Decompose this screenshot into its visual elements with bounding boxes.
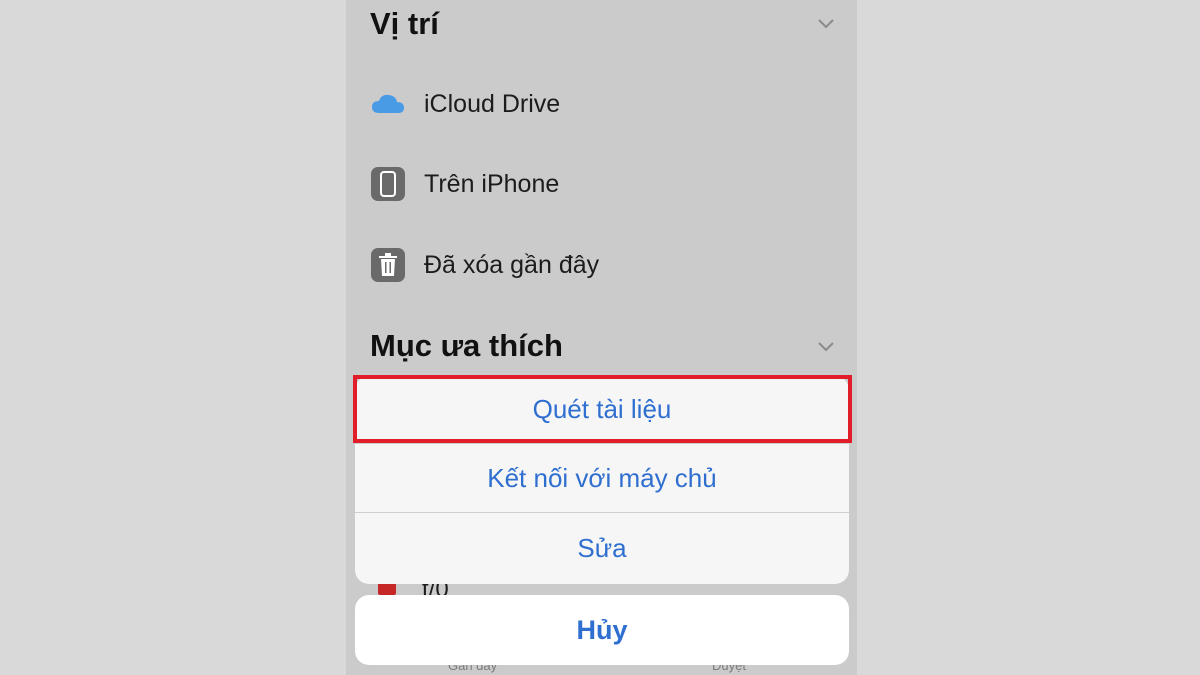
edit-button[interactable]: Sửa: [355, 513, 849, 584]
location-item-on-iphone[interactable]: Trên iPhone: [370, 164, 857, 204]
icloud-icon: [370, 86, 406, 122]
trash-icon: [370, 247, 406, 283]
chevron-down-icon[interactable]: [817, 341, 835, 353]
location-item-label: Trên iPhone: [424, 169, 560, 198]
cancel-button[interactable]: Hủy: [355, 595, 849, 665]
location-item-icloud-drive[interactable]: iCloud Drive: [370, 84, 857, 124]
location-item-recently-deleted[interactable]: Đã xóa gần đây: [370, 245, 857, 285]
iphone-icon: [370, 166, 406, 202]
tag-icon: [378, 583, 396, 595]
connect-to-server-button[interactable]: Kết nối với máy chủ: [355, 444, 849, 512]
location-item-label: iCloud Drive: [424, 89, 561, 118]
scan-documents-button[interactable]: Quét tài liệu: [355, 376, 849, 443]
section-header-favorites: Mục ưa thích: [370, 328, 563, 363]
location-item-label: Đã xóa gần đây: [424, 250, 600, 279]
section-header-locations: Vị trí: [370, 6, 439, 41]
chevron-down-icon[interactable]: [817, 18, 835, 30]
action-sheet: Quét tài liệu Kết nối với máy chủ Sửa: [355, 376, 849, 584]
